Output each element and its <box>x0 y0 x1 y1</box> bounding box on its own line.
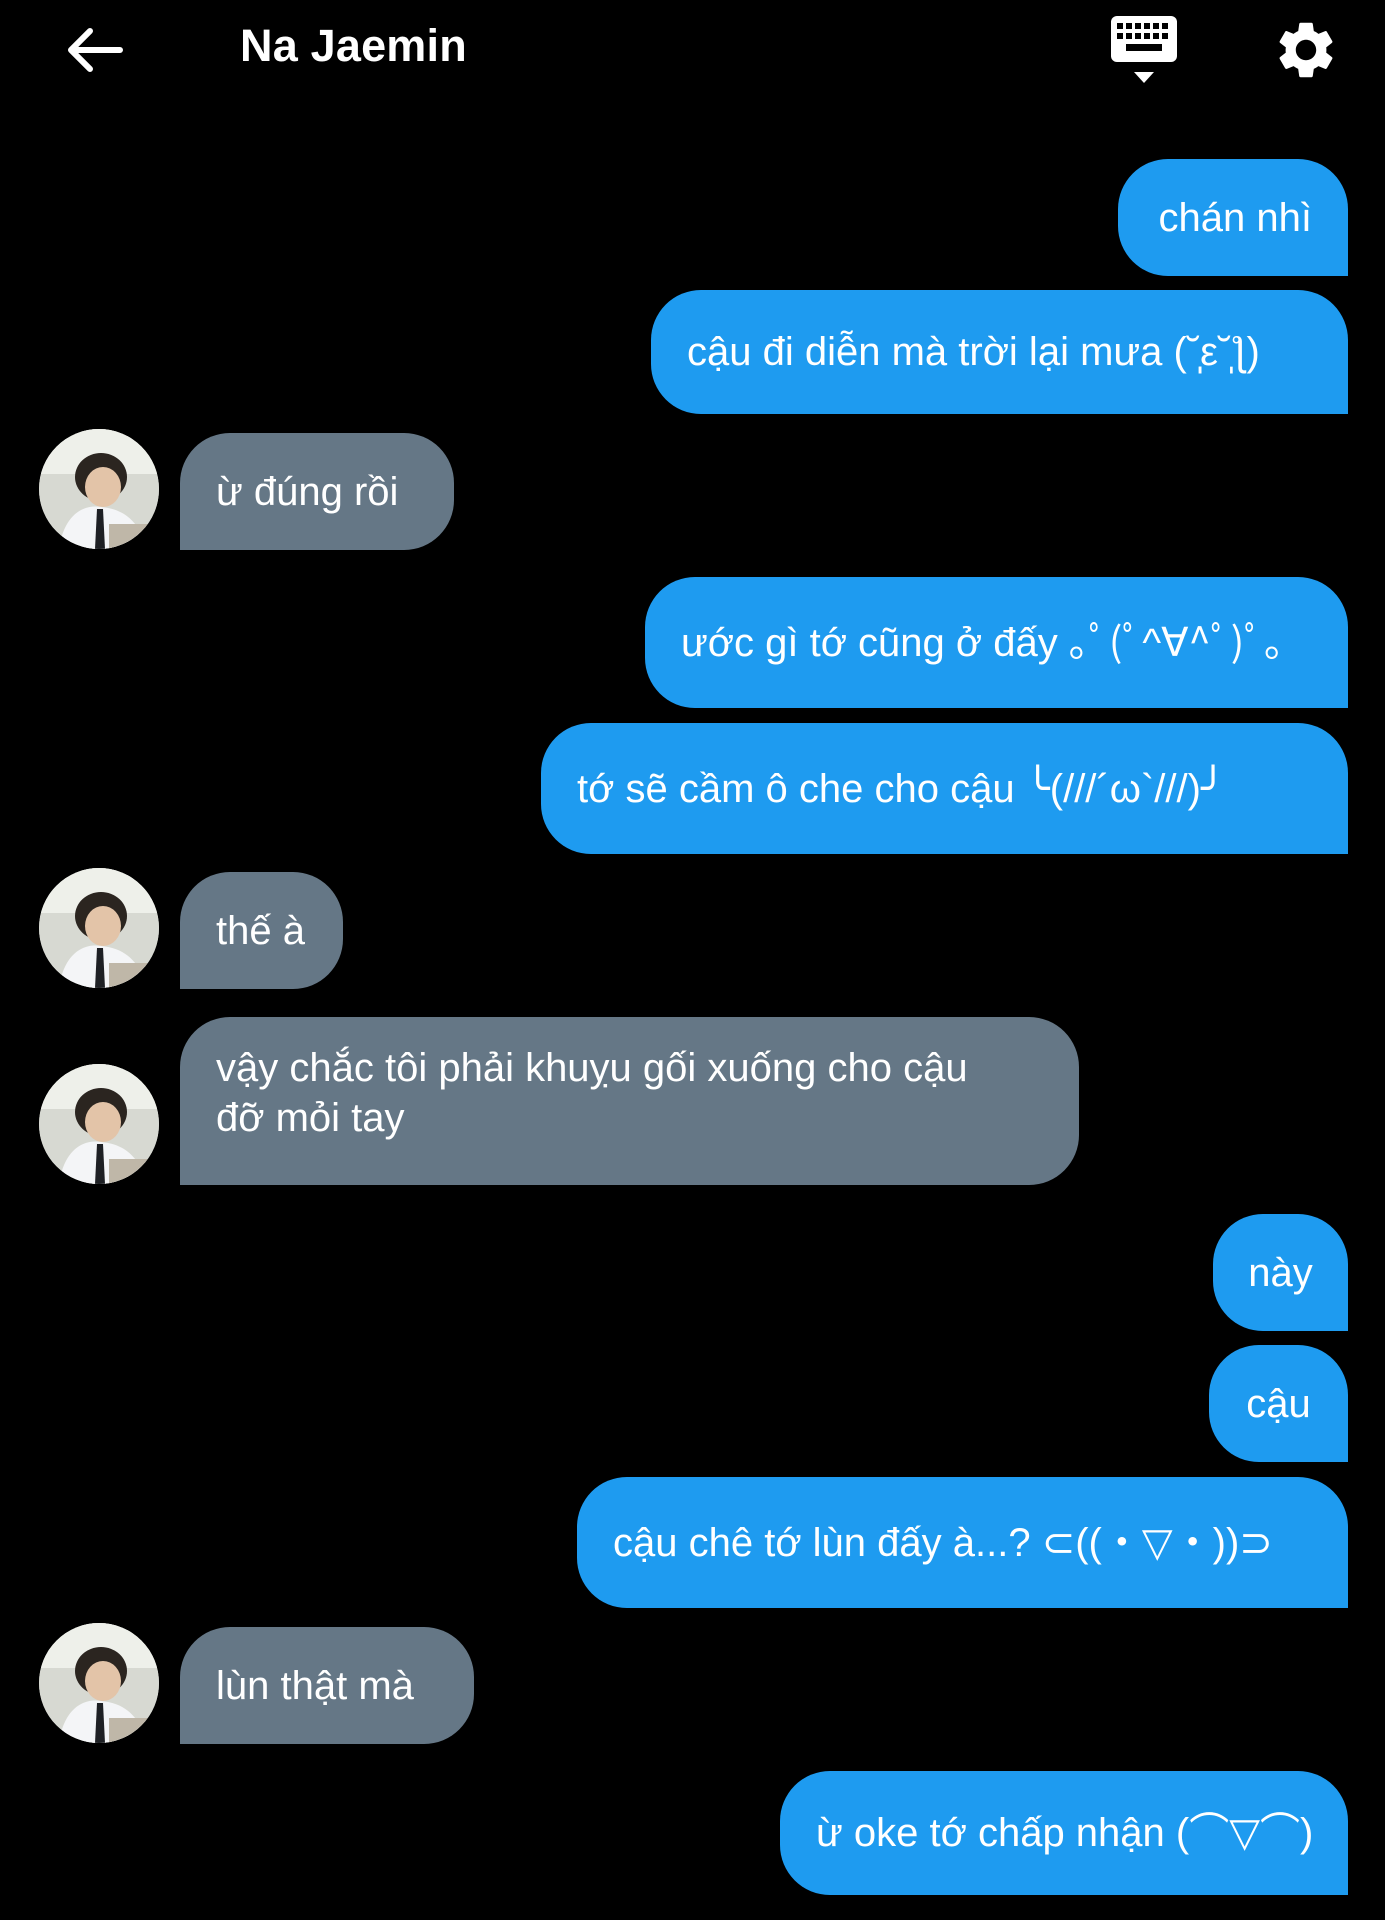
message-text: thế à <box>216 908 305 953</box>
chat-title: Na Jaemin <box>240 20 467 71</box>
message-bubble-incoming[interactable]: lùn thật mà <box>180 1627 474 1744</box>
keyboard-toggle-button[interactable] <box>1104 10 1184 90</box>
message-bubble-outgoing[interactable]: cậu chê tớ lùn đấy à...? ⊂((・▽・))⊃ <box>577 1477 1348 1608</box>
message-text: lùn thật mà <box>216 1663 414 1708</box>
message-text: tớ sẽ cầm ô che cho cậu ╰(///´ω`///)╯ <box>577 766 1226 811</box>
message-text: cậu chê tớ lùn đấy à...? ⊂((・▽・))⊃ <box>613 1520 1273 1565</box>
avatar-image <box>39 1064 159 1184</box>
message-bubble-outgoing[interactable]: chán nhì <box>1118 159 1348 276</box>
message-bubble-incoming[interactable]: ừ đúng rồi <box>180 433 454 550</box>
message-bubble-outgoing[interactable]: ước gì tớ cũng ở đấy ｡ﾟ(ﾟ^∀^ﾟ)ﾟ｡ <box>645 577 1348 708</box>
avatar[interactable] <box>39 429 159 549</box>
avatar-image <box>39 429 159 549</box>
message-text: ừ đúng rồi <box>216 469 399 514</box>
message-bubble-outgoing[interactable]: cậu đi diễn mà trời lại mưa (˘̩̩̩ε˘̩ƪ) <box>651 290 1348 414</box>
back-button[interactable] <box>52 14 136 86</box>
message-bubble-outgoing[interactable]: ừ oke tớ chấp nhận (⌒▽⌒) <box>780 1771 1348 1895</box>
message-text: ước gì tớ cũng ở đấy ｡ﾟ(ﾟ^∀^ﾟ)ﾟ｡ <box>681 620 1285 665</box>
message-bubble-outgoing[interactable]: tớ sẽ cầm ô che cho cậu ╰(///´ω`///)╯ <box>541 723 1348 854</box>
message-text: cậu đi diễn mà trời lại mưa (˘̩̩̩ε˘̩ƪ) <box>687 330 1260 374</box>
avatar-image <box>39 868 159 988</box>
message-text: vậy chắc tôi phải khuỵu gối xuống cho cậ… <box>216 1046 968 1140</box>
avatar[interactable] <box>39 868 159 988</box>
message-bubble-incoming[interactable]: thế à <box>180 872 343 989</box>
message-text: ừ oke tớ chấp nhận (⌒▽⌒) <box>816 1811 1314 1855</box>
top-bar: Na Jaemin <box>0 0 1385 100</box>
message-text: chán nhì <box>1158 195 1312 240</box>
gear-icon <box>1279 22 1333 78</box>
message-bubble-incoming[interactable]: vậy chắc tôi phải khuỵu gối xuống cho cậ… <box>180 1017 1079 1185</box>
avatar-image <box>39 1623 159 1743</box>
message-text: này <box>1248 1250 1313 1295</box>
arrow-left-icon <box>68 28 123 72</box>
keyboard-icon <box>1111 16 1177 83</box>
settings-button[interactable] <box>1264 10 1348 90</box>
avatar[interactable] <box>39 1623 159 1743</box>
message-bubble-outgoing[interactable]: này <box>1213 1214 1348 1331</box>
message-text: cậu <box>1246 1381 1311 1426</box>
message-bubble-outgoing[interactable]: cậu <box>1209 1345 1348 1462</box>
avatar[interactable] <box>39 1064 159 1184</box>
